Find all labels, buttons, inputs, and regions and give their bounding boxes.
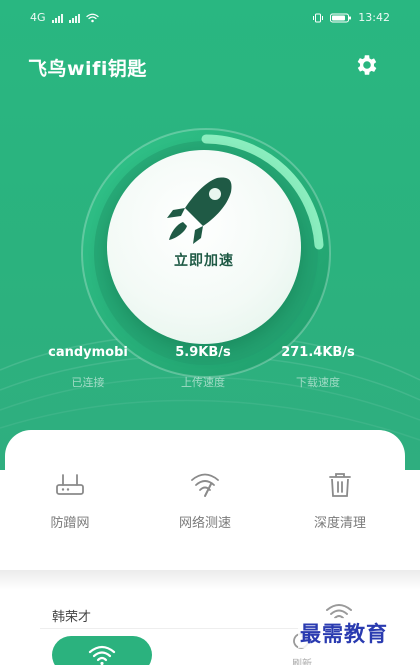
router-icon (56, 474, 84, 495)
speed-test-button[interactable]: 网络测速 (140, 470, 270, 531)
nav-wifi-button[interactable] (52, 636, 152, 665)
gear-icon[interactable] (354, 52, 380, 78)
signal-icon (68, 13, 80, 23)
status-left: 4G (30, 11, 99, 24)
wifi-status-icon (85, 13, 99, 22)
function-card: 防蹭网 网络测速 深度清理 (5, 430, 405, 570)
card-shadow (0, 570, 420, 590)
rocket-icon (167, 177, 232, 244)
status-time: 13:42 (358, 11, 390, 24)
status-network-type: 4G (30, 11, 46, 24)
watermark: 最需教育 (298, 618, 390, 648)
stat-download: 271.4KB/s 下载速度 (248, 345, 388, 390)
status-right: 13:42 (312, 11, 390, 24)
signal-icon (51, 13, 63, 23)
accelerate-button[interactable]: 立即加速 (107, 150, 301, 344)
app-title: 飞鸟wifi钥匙 (28, 58, 147, 80)
anti-rub-button[interactable]: 防蹭网 (5, 470, 135, 531)
app-screen: 4G 13:42 飞鸟wifi钥匙 立即加速 candymobi 已连接 5.9… (0, 0, 420, 665)
refresh-label[interactable]: 刷新 (292, 655, 312, 665)
function-label: 深度清理 (313, 516, 366, 531)
function-label: 网络测速 (178, 516, 231, 531)
wifi-icon (88, 645, 116, 665)
wifi-speed-icon (191, 473, 219, 497)
vibrate-icon (313, 13, 324, 22)
connection-stats: candymobi 已连接 5.9KB/s 上传速度 271.4KB/s 下载速… (0, 345, 420, 405)
stat-value: 271.4KB/s (281, 345, 355, 360)
accelerate-label: 立即加速 (174, 253, 234, 269)
network-name[interactable]: 韩荣才 (52, 606, 91, 625)
stat-label: 下载速度 (296, 376, 340, 389)
deep-clean-button[interactable]: 深度清理 (275, 470, 405, 531)
trash-icon (329, 473, 351, 497)
status-bar: 4G 13:42 (0, 0, 420, 38)
function-label: 防蹭网 (50, 516, 90, 531)
battery-icon (330, 13, 352, 22)
